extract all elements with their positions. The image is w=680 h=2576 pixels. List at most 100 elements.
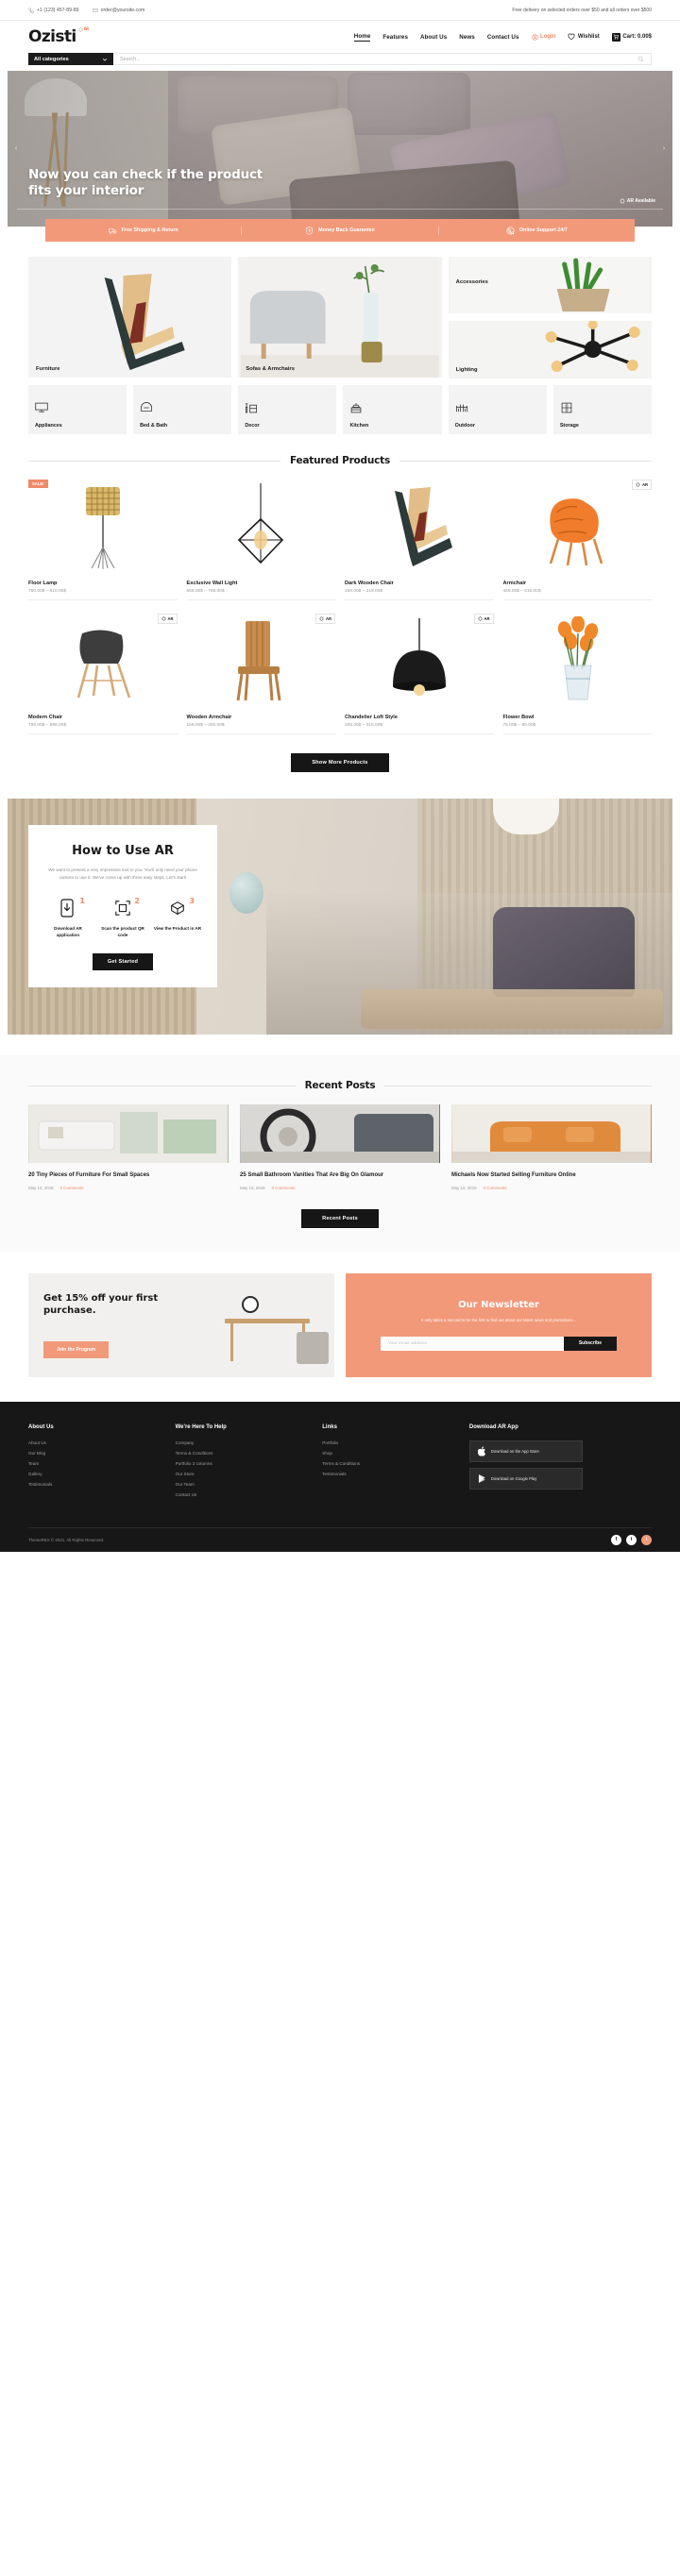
category-tile-accessories[interactable]: Accessories xyxy=(448,257,652,313)
phone-item[interactable]: +1 (123) 457-89-89 xyxy=(28,8,79,13)
furniture-photo xyxy=(30,257,230,378)
newsletter-email-input[interactable]: Your email address xyxy=(381,1336,564,1351)
category-tile-sofas[interactable]: Sofas & Armchairs xyxy=(238,257,442,378)
product-card[interactable]: SALE! Floor Lamp 750.00$ – 810.00$ xyxy=(28,480,178,600)
ar-badge[interactable]: AR xyxy=(473,614,494,624)
footer-link[interactable]: Gallery xyxy=(28,1472,162,1476)
search-input[interactable]: Search... xyxy=(113,53,652,65)
product-name: Armchair xyxy=(502,581,527,586)
ar-step-number: 2 xyxy=(134,897,140,906)
nav-item-home[interactable]: Home xyxy=(353,33,371,42)
product-separator xyxy=(28,733,178,734)
post-title: 25 Small Bathroom Vanities That Are Big … xyxy=(240,1172,384,1178)
cart-button[interactable]: Cart: 0.00$ xyxy=(611,32,652,42)
category-tile-furniture[interactable]: Furniture xyxy=(28,257,232,378)
product-name: Floor Lamp xyxy=(28,581,58,586)
get-started-button[interactable]: Get Started xyxy=(92,953,154,971)
logo-text: Ozisti xyxy=(28,26,76,46)
category-tile-decor[interactable]: Decor xyxy=(238,385,337,434)
search-icon[interactable] xyxy=(638,56,644,62)
nav-item-news[interactable]: News xyxy=(459,34,475,41)
cabinet-icon xyxy=(560,401,645,418)
hero-banner: ‹ › Now you can check if the product fit… xyxy=(8,71,672,227)
nav-item-features[interactable]: Features xyxy=(382,34,408,41)
ar-step-text: Scan the product QR code xyxy=(101,926,144,938)
wishlist-button[interactable]: Wishlist xyxy=(568,33,600,41)
ar-badge[interactable]: AR xyxy=(157,614,178,624)
footer-link[interactable]: Team xyxy=(28,1461,162,1466)
footer-link[interactable]: Our Store xyxy=(176,1472,310,1476)
ar-badge[interactable]: AR xyxy=(632,480,652,490)
email-item[interactable]: order@yoursite.com xyxy=(92,8,144,13)
category-tile-lighting[interactable]: Lighting xyxy=(448,321,652,379)
footer-link[interactable]: Contact Us xyxy=(176,1492,310,1497)
category-label: Lighting xyxy=(455,367,478,373)
hero-prev-arrow[interactable]: ‹ xyxy=(11,144,21,154)
mail-icon xyxy=(92,8,98,12)
nav-item-contact-us[interactable]: Contact Us xyxy=(487,34,519,41)
footer-heading: Links xyxy=(322,1423,337,1430)
category-tile-outdoor[interactable]: Outdoor xyxy=(448,385,547,434)
recent-posts-button[interactable]: Recent Posts xyxy=(301,1208,379,1228)
product-card[interactable]: Dark Wooden Chair 160.00$ – 219.00$ xyxy=(345,480,494,600)
footer-link[interactable]: Testimonials xyxy=(322,1472,456,1476)
show-more-products-button[interactable]: Show More Products xyxy=(291,753,389,772)
footer-link[interactable]: About Us xyxy=(28,1440,162,1445)
login-button[interactable]: Login xyxy=(531,33,555,41)
hero-content: Now you can check if the product fits yo… xyxy=(28,167,263,198)
category-tile-kitchen[interactable]: Kitchen xyxy=(343,385,442,434)
hero-divider xyxy=(17,209,663,210)
product-card[interactable]: AR Chandelier Loft Style 205.00$ – 315.0… xyxy=(345,614,494,734)
footer-link[interactable]: Terms & Conditions xyxy=(176,1451,310,1456)
product-card[interactable]: AR Armchair 459.00$ – 516.00$ xyxy=(502,480,652,600)
app-store-button[interactable]: Download on the App Store xyxy=(468,1440,583,1462)
post-card[interactable]: 20 Tiny Pieces of Furniture For Small Sp… xyxy=(28,1104,229,1190)
post-photo-1 xyxy=(29,1104,228,1163)
footer-link[interactable]: Portfolio 3 columns xyxy=(176,1461,310,1466)
footer-link[interactable]: Company xyxy=(176,1440,310,1445)
category-tile-appliances[interactable]: Appliances xyxy=(28,385,128,434)
google-play-button[interactable]: Download on Google Play xyxy=(468,1467,583,1490)
instagram-icon[interactable]: i xyxy=(641,1534,652,1545)
product-grid-row-2: AR Modern Chair 798.00$ – 898.00$ AR Woo… xyxy=(28,614,652,734)
category-tile-storage[interactable]: Storage xyxy=(552,385,652,434)
post-comments[interactable]: 0 Comments xyxy=(60,1186,84,1190)
footer-column-about: About Us About Us Our Blog Team Gallery … xyxy=(28,1424,162,1503)
ar-available-badge[interactable]: AR Available xyxy=(620,198,655,204)
footer-link[interactable]: Shop xyxy=(322,1451,456,1456)
apple-icon xyxy=(477,1446,485,1456)
ar-badge[interactable]: AR xyxy=(315,614,335,624)
subscribe-button[interactable]: Subscribe xyxy=(563,1336,617,1351)
hero-next-arrow[interactable]: › xyxy=(659,144,669,154)
product-image: AR xyxy=(502,480,652,574)
facebook-icon[interactable]: f xyxy=(611,1534,621,1545)
product-separator xyxy=(502,733,652,734)
footer-link[interactable]: Our Team xyxy=(176,1482,310,1487)
product-card[interactable]: AR Wooden Armchair 159.00$ – 300.00$ xyxy=(186,614,335,734)
product-card[interactable]: Flower Bowl 75.00$ – 80.00$ xyxy=(502,614,652,734)
footer-link[interactable]: Terms & Conditions xyxy=(322,1461,456,1466)
headset-icon xyxy=(506,227,515,234)
truck-icon xyxy=(108,227,116,234)
footer-link[interactable]: Portfolio xyxy=(322,1440,456,1445)
post-comments[interactable]: 0 Comments xyxy=(484,1186,507,1190)
footer-link[interactable]: Testimonials xyxy=(28,1482,162,1487)
post-title: Michaels Now Started Selling Furniture O… xyxy=(451,1172,576,1178)
twitter-icon[interactable]: t xyxy=(626,1534,637,1545)
category-select[interactable]: All categories xyxy=(28,53,113,65)
ar-step-2: 2 Scan the product QR code xyxy=(98,897,147,938)
join-program-button[interactable]: Join the Program xyxy=(43,1340,110,1358)
logo[interactable]: Ozisti AR xyxy=(28,26,89,46)
product-card[interactable]: Exclusive Wall Light 659.00$ – 769.00$ xyxy=(186,480,335,600)
nav-item-about-us[interactable]: About Us xyxy=(420,34,447,41)
product-image: SALE! xyxy=(28,480,178,574)
footer-link[interactable]: Our Blog xyxy=(28,1451,162,1456)
heading-rule-left xyxy=(28,460,280,462)
product-card[interactable]: AR Modern Chair 798.00$ – 898.00$ xyxy=(28,614,178,734)
post-card[interactable]: Michaels Now Started Selling Furniture O… xyxy=(451,1104,652,1190)
post-comments[interactable]: 0 Comments xyxy=(272,1186,296,1190)
post-card[interactable]: 25 Small Bathroom Vanities That Are Big … xyxy=(240,1104,440,1190)
ar-step-1: 1 Download AR application xyxy=(43,897,93,938)
category-tile-bed-bath[interactable]: Bed & Bath xyxy=(133,385,232,434)
recent-posts-heading: Recent Posts xyxy=(28,1080,653,1091)
